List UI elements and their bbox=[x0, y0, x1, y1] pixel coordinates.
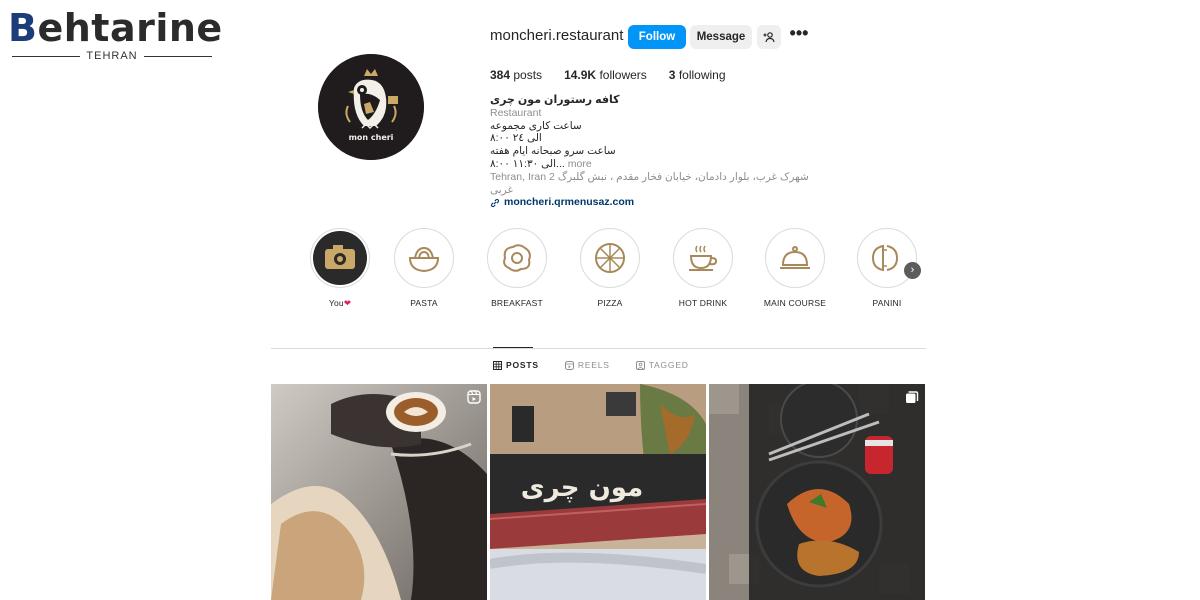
tab-reels-label: REELS bbox=[577, 360, 610, 370]
tab-posts-label: POSTS bbox=[506, 360, 539, 370]
highlight-label-pasta: PASTA bbox=[410, 298, 438, 308]
highlight-ring bbox=[487, 228, 547, 288]
cloche-icon bbox=[780, 246, 810, 269]
post-image-pasta-dish bbox=[709, 384, 925, 600]
coffee-cup-icon bbox=[689, 245, 718, 271]
highlight-label-hot-drink: HOT DRINK bbox=[678, 298, 728, 308]
story-highlights: You❤ PASTA BREAKFAST PIZZA HOT DRINK MAI… bbox=[300, 228, 930, 318]
carousel-icon bbox=[905, 390, 919, 409]
stat-posts-label: posts bbox=[513, 68, 543, 82]
watermark-subtitle: TEHRAN bbox=[12, 50, 213, 62]
avatar-bird-logo: mon cheri bbox=[318, 54, 424, 160]
tab-reels[interactable]: REELS bbox=[564, 360, 610, 370]
tab-posts[interactable]: POSTS bbox=[493, 360, 539, 370]
highlight-label-panini: PANINI bbox=[872, 298, 902, 308]
profile-avatar[interactable]: mon cheri bbox=[318, 54, 424, 160]
watermark-name: ehtarine bbox=[37, 6, 223, 50]
bio-website-link[interactable]: moncheri.qrmenusaz.com bbox=[490, 196, 820, 209]
bio-line-4: ۸:۰۰ الی ۱۱:۳۰... bbox=[490, 157, 565, 170]
suggest-user-button[interactable] bbox=[757, 25, 781, 49]
highlight-ring bbox=[394, 228, 454, 288]
message-button[interactable]: Message bbox=[690, 25, 752, 49]
grid-icon bbox=[493, 360, 502, 370]
bio-name: کافه رستوران مون چری bbox=[490, 94, 620, 106]
highlight-you[interactable]: You❤ bbox=[300, 228, 380, 309]
storefront-sign-text: مون چری bbox=[521, 473, 643, 503]
watermark-logo: Behtarine TEHRAN bbox=[8, 6, 222, 66]
highlight-pasta[interactable]: PASTA bbox=[384, 228, 464, 308]
highlight-ring bbox=[765, 228, 825, 288]
reels-icon bbox=[564, 360, 574, 370]
highlight-ring bbox=[857, 228, 917, 288]
profile-tabs: POSTS REELS TAGGED bbox=[493, 360, 715, 370]
stat-followers[interactable]: 14.9K followers bbox=[564, 68, 647, 82]
avatar-brand-text: mon cheri bbox=[349, 133, 394, 142]
tab-tagged-label: TAGGED bbox=[648, 360, 689, 370]
fried-egg-icon bbox=[503, 244, 531, 272]
watermark-city: TEHRAN bbox=[86, 50, 138, 62]
highlight-ring bbox=[580, 228, 640, 288]
bio-category: Restaurant bbox=[490, 106, 542, 119]
add-person-icon bbox=[763, 32, 775, 43]
bio-line-2: ۸:۰۰ الی ۲٤ bbox=[490, 132, 542, 145]
stat-followers-label: followers bbox=[599, 68, 647, 82]
stat-posts[interactable]: 384 posts bbox=[490, 68, 542, 82]
highlight-breakfast[interactable]: BREAKFAST bbox=[477, 228, 557, 308]
post-image-latte bbox=[271, 384, 487, 600]
reel-icon bbox=[467, 390, 481, 409]
bio-line-4-row: ۸:۰۰ الی ۱۱:۳۰... more bbox=[490, 158, 820, 171]
post-thumbnail[interactable] bbox=[709, 384, 925, 600]
profile-username: moncheri.restaurant bbox=[490, 27, 624, 44]
more-options-icon[interactable]: ••• bbox=[789, 24, 809, 46]
profile-bio: کافه رستوران مون چری Restaurant ساعت کار… bbox=[490, 94, 820, 209]
highlight-label: You❤ bbox=[300, 298, 380, 309]
panini-icon bbox=[871, 244, 899, 272]
bio-address-row: Tehran, Iran شهرک غرب، بلوار دادمان، خیا… bbox=[490, 171, 820, 197]
post-thumbnail[interactable]: مون چری bbox=[490, 384, 706, 600]
bio-address-city: Tehran, Iran bbox=[490, 170, 547, 183]
pasta-bowl-icon bbox=[408, 246, 440, 273]
chevron-right-icon: › bbox=[910, 264, 915, 276]
tabs-divider bbox=[271, 348, 926, 349]
watermark-wordmark: Behtarine bbox=[8, 6, 222, 50]
highlight-pizza[interactable]: PIZZA bbox=[570, 228, 650, 308]
pizza-icon bbox=[595, 243, 625, 273]
post-image-storefront: مون چری bbox=[490, 384, 706, 600]
bio-more-link[interactable]: more bbox=[568, 158, 592, 170]
watermark-initial: B bbox=[8, 6, 38, 50]
bio-line-3: ساعت سرو صبحانه ایام هفته bbox=[490, 145, 616, 158]
highlight-label-breakfast: BREAKFAST bbox=[491, 298, 543, 308]
highlight-ring bbox=[673, 228, 733, 288]
link-icon bbox=[490, 198, 500, 207]
follow-button[interactable]: Follow bbox=[628, 25, 686, 49]
bio-line-1: ساعت کاری مجموعه bbox=[490, 119, 582, 132]
highlight-ring bbox=[310, 228, 370, 288]
bio-website-text: moncheri.qrmenusaz.com bbox=[504, 196, 635, 209]
active-tab-indicator bbox=[493, 347, 533, 348]
stat-following-value: 3 bbox=[668, 68, 676, 82]
highlight-label-pizza: PIZZA bbox=[597, 298, 623, 308]
highlight-main-course[interactable]: MAIN COURSE bbox=[755, 228, 835, 308]
tab-tagged[interactable]: TAGGED bbox=[635, 360, 689, 370]
tagged-icon bbox=[635, 360, 645, 370]
stat-posts-value: 384 bbox=[490, 68, 511, 82]
stat-followers-value: 14.9K bbox=[564, 68, 597, 82]
heart-icon: ❤ bbox=[343, 298, 352, 308]
camera-icon bbox=[313, 231, 367, 285]
profile-stats: 384 posts 14.9K followers 3 following bbox=[490, 68, 748, 82]
highlight-label-you: You bbox=[328, 298, 344, 308]
post-thumbnail[interactable] bbox=[271, 384, 487, 600]
highlight-label-main-course: MAIN COURSE bbox=[763, 298, 827, 308]
watermark-rule-right bbox=[143, 55, 213, 57]
stat-following-label: following bbox=[678, 68, 726, 82]
highlights-next-button[interactable]: › bbox=[904, 262, 921, 279]
watermark-rule-left bbox=[12, 55, 81, 57]
stat-following[interactable]: 3 following bbox=[669, 68, 726, 82]
highlight-hot-drink[interactable]: HOT DRINK bbox=[663, 228, 743, 308]
